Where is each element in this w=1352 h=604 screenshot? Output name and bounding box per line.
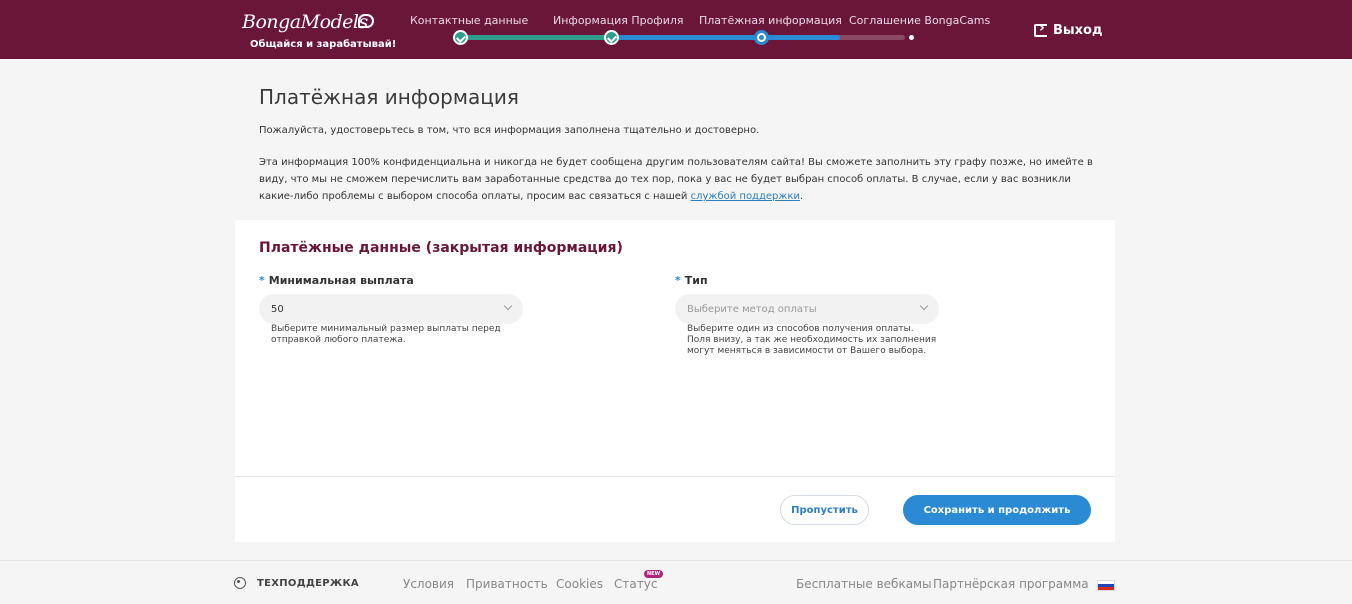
- new-badge: NEW: [644, 570, 664, 578]
- footer-link-status[interactable]: Статус: [614, 577, 657, 591]
- page-title: Платёжная информация: [259, 85, 519, 109]
- payment-type-placeholder: Выберите метод оплаты: [687, 303, 817, 315]
- step-pending-dot-icon: [909, 35, 914, 40]
- footer-link-terms[interactable]: Условия: [403, 577, 454, 591]
- step-label-profile: Информация Профиля: [553, 14, 684, 27]
- step-label-payment: Платёжная информация: [699, 14, 842, 27]
- support-link[interactable]: службой поддержки: [691, 191, 800, 202]
- step-done-check-icon: [604, 30, 619, 45]
- progress-fill-current: [611, 35, 840, 40]
- privacy-notice-end: .: [799, 191, 804, 202]
- privacy-notice: Эта информация 100% конфиденциальна и ни…: [259, 154, 1099, 205]
- required-mark: *: [259, 274, 265, 287]
- logout-button[interactable]: Выход: [1034, 20, 1103, 39]
- chat-bubble-icon: [358, 14, 374, 28]
- payment-type-hint: Выберите один из способов получения опла…: [687, 324, 937, 356]
- intro-text: Пожалуйста, удостоверьтесь в том, что вс…: [259, 125, 760, 136]
- footer: ТЕХПОДДЕРЖКА Условия Приватность Cookies…: [0, 560, 1352, 604]
- chevron-down-icon: [919, 301, 929, 311]
- min-payout-label: * Минимальная выплата: [259, 274, 414, 287]
- footer-link-affiliate[interactable]: Партнёрская программа: [933, 577, 1089, 591]
- min-payout-label-text: Минимальная выплата: [268, 274, 414, 287]
- footer-link-privacy[interactable]: Приватность: [466, 577, 548, 591]
- logout-icon: [1034, 20, 1047, 37]
- min-payout-value: 50: [271, 303, 284, 315]
- step-label-contacts: Контактные данные: [410, 14, 529, 27]
- payment-type-label: * Тип: [675, 274, 708, 287]
- payment-type-label-text: Тип: [684, 274, 708, 287]
- privacy-notice-text: Эта информация 100% конфиденциальна и ни…: [259, 157, 1093, 202]
- payment-form-card: Платёжные данные (закрытая информация) *…: [235, 220, 1115, 542]
- footer-support-link[interactable]: ТЕХПОДДЕРЖКА: [257, 578, 359, 589]
- progress-fill-completed: [459, 35, 611, 40]
- footer-link-free-webcams[interactable]: Бесплатные вебкамы: [796, 577, 932, 591]
- min-payout-select[interactable]: 50: [259, 294, 523, 324]
- step-done-check-icon: [453, 30, 468, 45]
- save-continue-button[interactable]: Сохранить и продолжить: [903, 495, 1091, 525]
- logo-wordmark: BongaModels: [242, 11, 368, 33]
- russian-flag-icon[interactable]: [1097, 580, 1115, 591]
- logout-label: Выход: [1053, 22, 1103, 38]
- required-mark: *: [675, 274, 681, 287]
- section-title: Платёжные данные (закрытая информация): [259, 240, 623, 256]
- min-payout-hint: Выберите минимальный размер выплаты пере…: [271, 324, 501, 345]
- headset-icon: [234, 577, 246, 589]
- logo-slogan: Общайся и зарабатывай!: [250, 39, 397, 50]
- footer-link-cookies[interactable]: Cookies: [556, 577, 603, 591]
- chevron-down-icon: [503, 301, 513, 311]
- step-label-agreement: Соглашение BongaCams: [849, 14, 991, 27]
- skip-button[interactable]: Пропустить: [780, 495, 869, 525]
- top-bar: BongaModels Общайся и зарабатывай! Конта…: [0, 0, 1352, 59]
- divider: [235, 476, 1115, 477]
- step-current-dot-icon: [754, 30, 769, 45]
- bongamodels-logo[interactable]: BongaModels Общайся и зарабатывай!: [242, 11, 396, 53]
- payment-type-select[interactable]: Выберите метод оплаты: [675, 294, 939, 324]
